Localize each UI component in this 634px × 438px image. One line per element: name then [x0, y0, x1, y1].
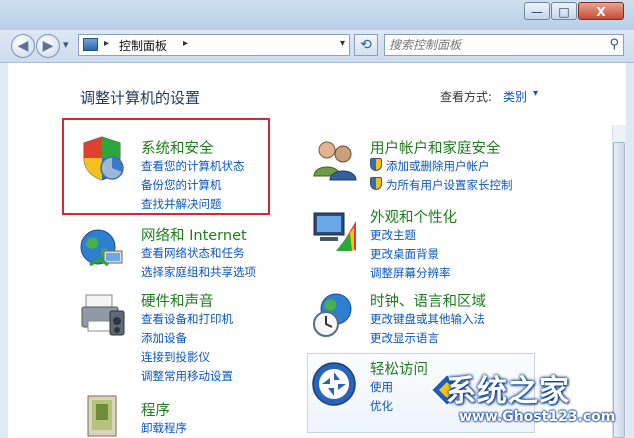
link-ease-of-access-2[interactable]: 优化	[370, 398, 393, 414]
link-ease-of-access-1[interactable]: 使用	[370, 379, 393, 395]
network-globe-icon	[80, 229, 123, 267]
view-by-category-link[interactable]: 类别	[503, 88, 527, 105]
breadcrumb-separator-icon[interactable]: ▸	[183, 38, 188, 49]
maximize-button[interactable]: □	[551, 2, 577, 20]
link-mobility-settings[interactable]: 调整常用移动设置	[141, 368, 233, 384]
view-by-label: 查看方式:	[440, 90, 493, 104]
forward-arrow-icon: ▶	[42, 38, 54, 54]
back-button[interactable]: ◀	[11, 34, 35, 58]
printer-icon	[81, 294, 125, 336]
ease-of-access-icon	[312, 362, 356, 406]
link-parental-controls[interactable]: 为所有用户设置家长控制	[386, 177, 513, 193]
recent-pages-dropdown[interactable]: ▾	[63, 38, 69, 51]
link-devices-printers[interactable]: 查看设备和打印机	[141, 311, 233, 327]
search-input[interactable]	[389, 37, 599, 53]
breadcrumb-control-panel[interactable]: 控制面板	[119, 37, 167, 54]
control-panel-icon	[83, 38, 98, 51]
link-change-theme[interactable]: 更改主题	[370, 227, 416, 243]
search-box[interactable]: ⚲	[384, 34, 624, 56]
link-homegroup-sharing[interactable]: 选择家庭组和共享选项	[141, 264, 256, 280]
minimize-button[interactable]: —	[524, 2, 550, 20]
link-change-input-method[interactable]: 更改键盘或其他输入法	[370, 311, 485, 327]
monitor-palette-icon	[313, 212, 356, 251]
category-title-hardware-sound[interactable]: 硬件和声音	[141, 290, 214, 311]
refresh-button[interactable]: ⟲	[354, 34, 378, 56]
scrollbar-thumb[interactable]	[613, 142, 625, 438]
link-screen-resolution[interactable]: 调整屏幕分辨率	[370, 265, 451, 281]
link-add-remove-user[interactable]: 添加或删除用户帐户	[386, 158, 490, 174]
address-dropdown-icon[interactable]: ▾	[340, 38, 345, 49]
chevron-down-icon[interactable]: ▾	[533, 88, 538, 99]
page-title: 调整计算机的设置	[80, 89, 201, 107]
breadcrumb-separator-icon[interactable]: ▸	[104, 38, 109, 49]
link-uninstall-program[interactable]: 卸载程序	[141, 420, 187, 436]
category-title-ease-of-access[interactable]: 轻松访问	[370, 358, 428, 379]
search-icon[interactable]: ⚲	[609, 37, 619, 52]
programs-icon	[87, 395, 117, 437]
users-icon	[313, 141, 357, 181]
category-title-clock-language-region[interactable]: 时钟、语言和区域	[370, 290, 486, 311]
uac-shield-icon	[370, 177, 382, 190]
clock-globe-icon	[313, 293, 352, 337]
watermark-title: 系统之家	[446, 374, 570, 409]
category-title-appearance[interactable]: 外观和个性化	[370, 206, 457, 227]
uac-shield-icon	[370, 158, 382, 171]
link-desktop-background[interactable]: 更改桌面背景	[370, 246, 439, 262]
watermark-url: www.Ghost123.com	[459, 409, 616, 425]
close-button[interactable]: X	[578, 2, 624, 20]
link-view-network-status[interactable]: 查看网络状态和任务	[141, 245, 245, 261]
category-title-programs[interactable]: 程序	[141, 399, 170, 420]
back-arrow-icon: ◀	[17, 38, 29, 54]
highlight-box	[62, 118, 270, 215]
link-change-display-language[interactable]: 更改显示语言	[370, 330, 439, 346]
address-bar[interactable]: ▸ 控制面板 ▸ ▾	[78, 34, 350, 56]
forward-button[interactable]: ▶	[36, 34, 60, 58]
link-add-device[interactable]: 添加设备	[141, 330, 187, 346]
category-title-user-accounts[interactable]: 用户帐户和家庭安全	[370, 137, 501, 158]
category-title-network-internet[interactable]: 网络和 Internet	[141, 224, 247, 245]
link-connect-projector[interactable]: 连接到投影仪	[141, 349, 210, 365]
refresh-icon: ⟲	[360, 37, 372, 53]
